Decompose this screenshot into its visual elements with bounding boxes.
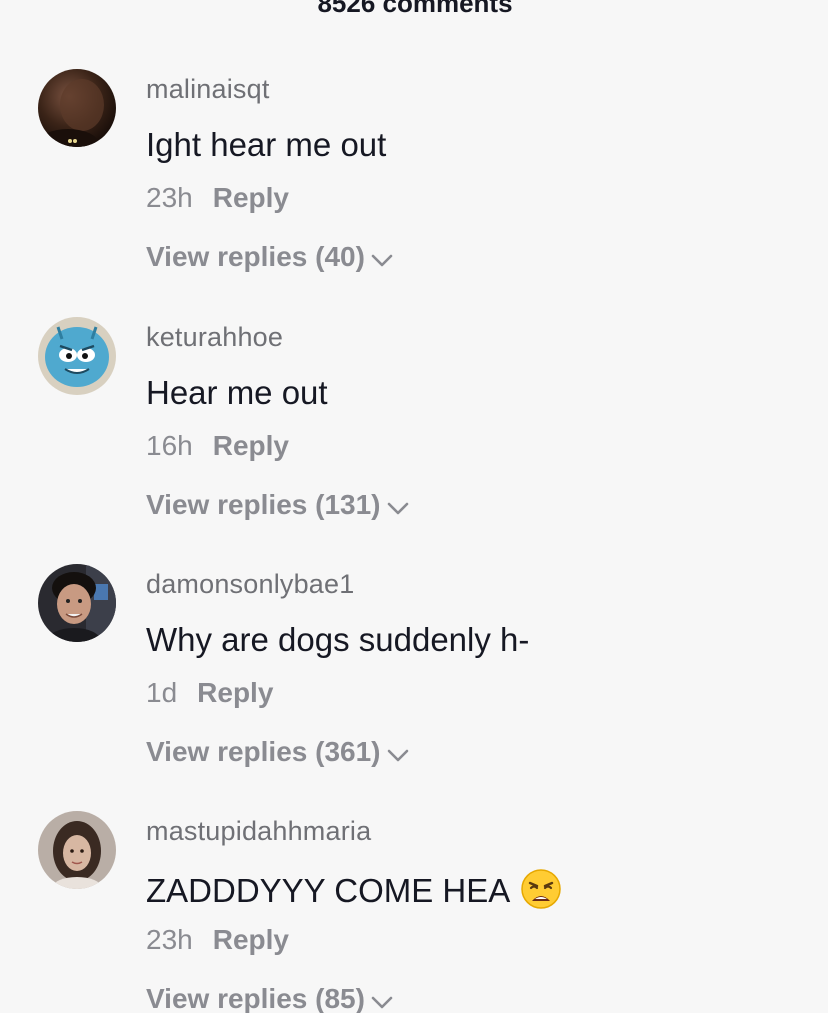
view-replies-label: View replies (85): [146, 983, 365, 1013]
comment-time: 16h: [146, 430, 193, 461]
chevron-down-icon: [371, 985, 393, 1013]
comment-meta: 16h Reply: [146, 430, 289, 462]
comment-text: Ight hear me out: [146, 126, 387, 163]
comment-item: keturahhoe Hear me out 16h Reply View rep…: [0, 248, 828, 520]
comments-panel: 8526 comments malinaisqt Ight hear me ou…: [0, 0, 828, 1013]
comment-item: mastupidahhmaria ZADDDYYY COME HEA 23h Re…: [0, 742, 828, 1013]
comment-text: Hear me out: [146, 374, 328, 411]
user-avatar-photo-icon: [38, 69, 116, 147]
reply-button[interactable]: Reply: [213, 924, 289, 955]
comment-item: malinaisqt Ight hear me out 23h Reply Vie…: [0, 0, 828, 272]
view-replies-button[interactable]: View replies (85): [146, 983, 393, 1013]
comment-username[interactable]: mastupidahhmaria: [146, 816, 371, 847]
reply-button[interactable]: Reply: [213, 430, 289, 461]
comment-time: 23h: [146, 924, 193, 955]
comment-meta: 23h Reply: [146, 182, 289, 214]
comment-time: 1d: [146, 677, 178, 708]
weary-face-emoji-icon: [520, 868, 562, 918]
comment-text: ZADDDYYY COME HEA: [146, 868, 562, 918]
comment-username[interactable]: malinaisqt: [146, 74, 270, 105]
cartoon-cat-avatar-icon: [38, 317, 116, 395]
comment-text: Why are dogs suddenly h-: [146, 621, 530, 658]
avatar[interactable]: [38, 811, 116, 889]
comment-meta: 1d Reply: [146, 677, 273, 709]
reply-button[interactable]: Reply: [213, 182, 289, 213]
comment-time: 23h: [146, 182, 193, 213]
comment-text-content: ZADDDYYY COME HEA: [146, 872, 511, 909]
user-avatar-photo-icon: [38, 811, 116, 889]
avatar[interactable]: [38, 317, 116, 395]
comment-username[interactable]: damonsonlybae1: [146, 569, 354, 600]
user-avatar-photo-icon: [38, 564, 116, 642]
reply-button[interactable]: Reply: [197, 677, 273, 708]
comment-item: damonsonlybae1 Why are dogs suddenly h- …: [0, 495, 828, 767]
avatar[interactable]: [38, 69, 116, 147]
comment-username[interactable]: keturahhoe: [146, 322, 283, 353]
comment-meta: 23h Reply: [146, 924, 289, 956]
avatar[interactable]: [38, 564, 116, 642]
